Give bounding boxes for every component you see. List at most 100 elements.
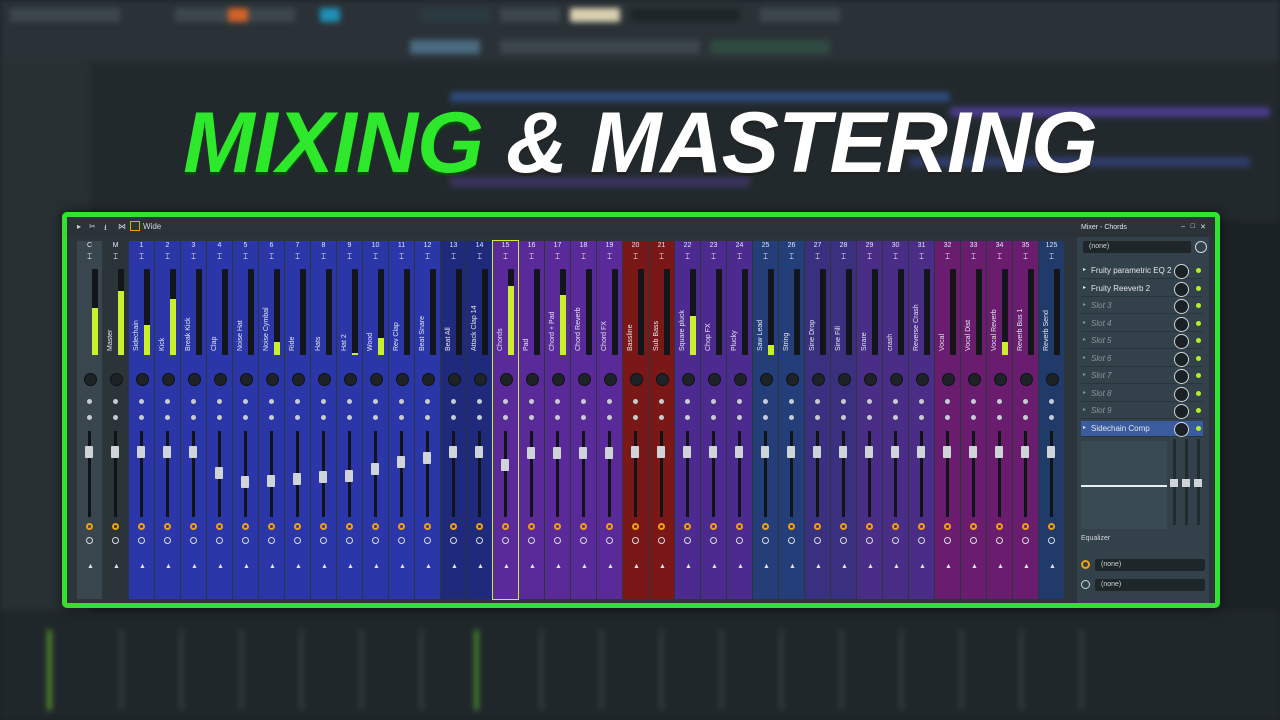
route-arrow-icon[interactable]: ▲ [451, 563, 458, 570]
mixer-strip[interactable]: 33 ⌶ Vocal Dist ▲ [961, 241, 986, 599]
slot-enable-led[interactable] [1196, 425, 1201, 431]
volume-fader-track[interactable] [140, 431, 143, 517]
volume-fader[interactable] [839, 446, 847, 458]
pan-knob[interactable] [84, 373, 97, 386]
download-icon[interactable]: ⭳ [104, 222, 107, 236]
volume-fader[interactable] [111, 446, 119, 458]
fx-toggle-icon[interactable] [580, 537, 587, 544]
link-icon[interactable]: ✂ [89, 222, 96, 231]
pan-knob[interactable] [994, 373, 1007, 386]
fx-toggle-icon[interactable] [762, 537, 769, 544]
routing-dot[interactable] [451, 415, 456, 420]
fx-toggle-icon[interactable] [346, 537, 353, 544]
routing-dot[interactable] [633, 415, 638, 420]
stereo-separation-icon[interactable] [1049, 399, 1054, 404]
stereo-separation-icon[interactable] [815, 399, 820, 404]
pan-knob[interactable] [708, 373, 721, 386]
volume-fader-track[interactable] [608, 431, 611, 517]
stereo-separation-icon[interactable] [633, 399, 638, 404]
mixer-strip[interactable]: 12 ⌶ Beat Snare ▲ [415, 241, 440, 599]
mixer-strip[interactable]: 125 ⌶ Reverb Send ▲ [1039, 241, 1064, 599]
pan-knob[interactable] [682, 373, 695, 386]
fx-toggle-icon[interactable] [138, 537, 145, 544]
eq-band-fader[interactable] [1170, 439, 1178, 525]
fx-toggle-icon[interactable] [970, 537, 977, 544]
pan-knob[interactable] [734, 373, 747, 386]
volume-fader[interactable] [215, 467, 223, 479]
slot-arrow-icon[interactable]: ▸ [1083, 301, 1086, 308]
effect-slot[interactable]: ▸ Fruity parametric EQ 2 [1081, 263, 1203, 279]
stereo-separation-icon[interactable] [997, 399, 1002, 404]
fx-toggle-icon[interactable] [918, 537, 925, 544]
maximize-icon[interactable]: □ [1191, 223, 1195, 230]
pan-knob[interactable] [240, 373, 253, 386]
volume-fader[interactable] [943, 446, 951, 458]
volume-fader-track[interactable] [88, 431, 91, 517]
volume-fader-track[interactable] [270, 431, 273, 517]
route-arrow-icon[interactable]: ▲ [1049, 563, 1056, 570]
volume-fader[interactable] [1021, 446, 1029, 458]
fx-toggle-icon[interactable] [424, 537, 431, 544]
routing-dot[interactable] [399, 415, 404, 420]
volume-fader[interactable] [423, 452, 431, 464]
routing-dot[interactable] [815, 415, 820, 420]
stereo-separation-icon[interactable] [503, 399, 508, 404]
send-icon[interactable] [892, 523, 899, 530]
pan-knob[interactable] [604, 373, 617, 386]
slot-enable-led[interactable] [1196, 320, 1201, 326]
effect-slot[interactable]: ▸ Fruity Reeverb 2 [1081, 281, 1203, 297]
slot-enable-led[interactable] [1196, 408, 1201, 413]
pan-knob[interactable] [266, 373, 279, 386]
fx-toggle-icon[interactable] [944, 537, 951, 544]
mixer-strip[interactable]: 24 ⌶ Plucky ▲ [727, 241, 752, 599]
volume-fader[interactable] [865, 446, 873, 458]
mixer-strip[interactable]: 26 ⌶ String ▲ [779, 241, 804, 599]
route-arrow-icon[interactable]: ▲ [269, 563, 276, 570]
route-arrow-icon[interactable]: ▲ [867, 563, 874, 570]
route-arrow-icon[interactable]: ▲ [893, 563, 900, 570]
effect-slot[interactable]: ▸ Slot 3 [1081, 298, 1203, 314]
route-arrow-icon[interactable]: ▲ [581, 563, 588, 570]
slot-enable-led[interactable] [1196, 338, 1201, 343]
send-icon[interactable] [216, 523, 223, 530]
output-select-top[interactable]: (none) [1095, 559, 1205, 571]
mixer-strip[interactable]: 34 ⌶ Vocal Reverb ▲ [987, 241, 1012, 599]
route-arrow-icon[interactable]: ▲ [321, 563, 328, 570]
pan-knob[interactable] [500, 373, 513, 386]
pan-knob[interactable] [968, 373, 981, 386]
fx-toggle-icon[interactable] [502, 537, 509, 544]
volume-fader[interactable] [917, 446, 925, 458]
pan-knob[interactable] [136, 373, 149, 386]
slot-mix-knob[interactable] [1174, 369, 1189, 384]
mixer-strip[interactable]: 16 ⌶ Pad ▲ [519, 241, 544, 599]
fx-toggle-icon[interactable] [606, 537, 613, 544]
minimize-icon[interactable]: – [1181, 223, 1185, 230]
fx-toggle-icon[interactable] [892, 537, 899, 544]
stereo-separation-icon[interactable] [919, 399, 924, 404]
mixer-strip[interactable]: 1 ⌶ Sidechain ▲ [129, 241, 154, 599]
effect-slot[interactable]: ▸ Slot 4 [1081, 316, 1203, 332]
send-icon[interactable] [996, 523, 1003, 530]
slot-arrow-icon[interactable]: ▸ [1083, 406, 1086, 413]
stereo-separation-icon[interactable] [477, 399, 482, 404]
slot-mix-knob[interactable] [1174, 334, 1189, 349]
effect-slot[interactable]: ▸ Slot 7 [1081, 368, 1203, 384]
stereo-separation-icon[interactable] [659, 399, 664, 404]
volume-fader-track[interactable] [686, 431, 689, 517]
pan-knob[interactable] [552, 373, 565, 386]
slot-mix-knob[interactable] [1174, 264, 1189, 279]
volume-fader[interactable] [657, 446, 665, 458]
mixer-strip[interactable]: 32 ⌶ Vocal ▲ [935, 241, 960, 599]
route-arrow-icon[interactable]: ▲ [997, 563, 1004, 570]
pan-knob[interactable] [812, 373, 825, 386]
volume-fader[interactable] [137, 446, 145, 458]
arrows-icon[interactable]: ⋈ [118, 222, 126, 231]
send-icon[interactable] [554, 523, 561, 530]
fx-toggle-icon[interactable] [658, 537, 665, 544]
mixer-strip[interactable]: 10 ⌶ Wood ▲ [363, 241, 388, 599]
close-icon[interactable]: ✕ [1200, 223, 1206, 231]
mixer-strip[interactable]: 29 ⌶ Snare ▲ [857, 241, 882, 599]
volume-fader[interactable] [579, 447, 587, 459]
fx-toggle-icon[interactable] [840, 537, 847, 544]
pan-knob[interactable] [474, 373, 487, 386]
